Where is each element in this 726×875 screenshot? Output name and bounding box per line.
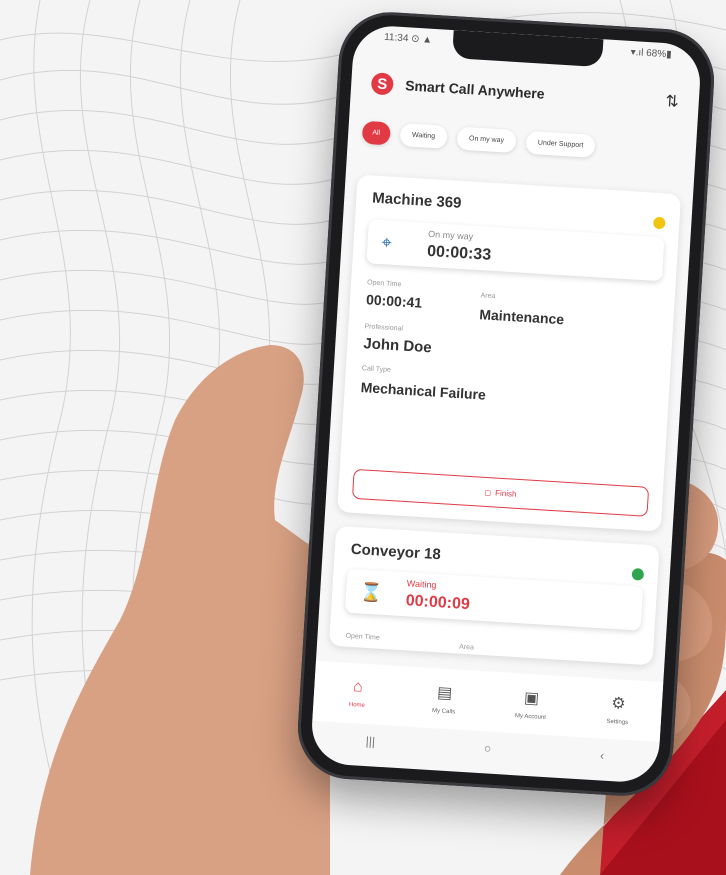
finish-button-label: Finish [494, 488, 517, 499]
call-status-label: Waiting [406, 578, 437, 591]
card-title: Conveyor 18 [350, 540, 442, 564]
app-title: Smart Call Anywhere [404, 77, 546, 102]
professional-value: John Doe [362, 335, 433, 357]
phone-screen: 11:34 ⊙ ▲ ▾.ıl 68%▮ S Smart Call Anywher… [309, 24, 703, 784]
nav-settings[interactable]: ⚙ Settings [582, 691, 654, 727]
user-card-icon: ▣ [523, 689, 540, 708]
area-label: Area [480, 292, 496, 301]
area-value: Maintenance [478, 306, 565, 328]
filter-chips: All Waiting On my way Under Support [361, 120, 689, 164]
filter-all[interactable]: All [361, 120, 391, 146]
nav-my-calls[interactable]: ▤ My Calls [408, 681, 480, 717]
call-status-timer: 00:00:09 [405, 592, 471, 614]
stop-icon: ◻ [484, 487, 492, 497]
call-status-label: On my way [427, 228, 474, 242]
nav-label: My Account [514, 713, 547, 722]
nav-my-account[interactable]: ▣ My Account [495, 686, 567, 722]
camera-notch [452, 30, 604, 68]
call-type-label: Call Type [361, 365, 392, 374]
area-label: Area [458, 643, 475, 652]
call-status-box: ⌖ On my way 00:00:33 [366, 219, 665, 282]
status-indicator-dot [631, 568, 645, 581]
app-logo: S [370, 72, 394, 96]
call-type-value: Mechanical Failure [360, 379, 487, 403]
back-icon[interactable]: ‹ [600, 748, 605, 762]
call-status-timer: 00:00:33 [426, 242, 492, 264]
professional-label: Professional [364, 323, 404, 333]
smartphone-frame: 11:34 ⊙ ▲ ▾.ıl 68%▮ S Smart Call Anywher… [294, 9, 718, 799]
filter-on-my-way[interactable]: On my way [456, 126, 517, 154]
location-pin-icon: ⌖ [381, 232, 393, 253]
filter-waiting[interactable]: Waiting [399, 123, 448, 149]
home-icon: ⌂ [352, 678, 364, 696]
call-card-machine-369[interactable]: Machine 369 ⌖ On my way 00:00:33 Open Ti… [337, 174, 682, 532]
nav-home[interactable]: ⌂ Home [322, 676, 394, 710]
gear-icon: ⚙ [610, 694, 627, 713]
recent-apps-icon[interactable]: ||| [365, 734, 375, 749]
nav-label: Settings [606, 718, 629, 727]
clipboard-icon: ▤ [436, 684, 453, 703]
nav-label: Home [348, 701, 365, 709]
status-indicators: ▾.ıl 68%▮ [630, 46, 672, 61]
call-status-box: ⌛ Waiting 00:00:09 [344, 568, 644, 631]
filter-under-support[interactable]: Under Support [525, 130, 597, 158]
open-time-label: Open Time [345, 632, 380, 642]
status-indicator-dot [652, 216, 666, 230]
card-title: Machine 369 [371, 189, 462, 212]
hourglass-icon: ⌛ [359, 581, 384, 603]
home-button-icon[interactable]: ○ [484, 741, 492, 755]
finish-call-button[interactable]: ◻ Finish [351, 468, 650, 517]
nav-label: My Calls [431, 708, 456, 716]
open-time-label: Open Time [366, 279, 402, 289]
open-time-value: 00:00:41 [365, 291, 423, 311]
status-time: 11:34 ⊙ ▲ [383, 31, 433, 46]
sort-icon[interactable]: ⇅ [665, 91, 680, 112]
app-header: S Smart Call Anywhere ⇅ [350, 62, 700, 123]
call-card-conveyor-18[interactable]: Conveyor 18 ⌛ Waiting 00:00:09 Open Time… [328, 525, 660, 666]
